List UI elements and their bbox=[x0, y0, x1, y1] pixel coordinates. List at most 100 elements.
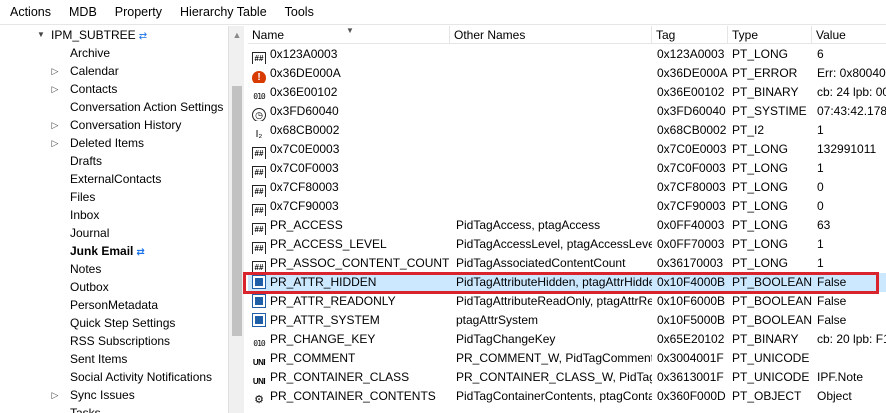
folder-tree: ▼ IPM_SUBTREE ⇄ Archive ▷ Calendar ▷ Contacts… bbox=[0, 26, 244, 413]
cell-name-text: PR_ATTR_SYSTEM bbox=[270, 313, 380, 327]
menu-actions[interactable]: Actions bbox=[0, 0, 60, 25]
table-row[interactable]: ## PR_ACCESS_LEVEL PidTagAccessLevel, ptag… bbox=[248, 235, 886, 254]
tree-item-label: Social Activity Notifications bbox=[70, 370, 213, 384]
tree-item-label: Junk Email bbox=[70, 244, 134, 258]
cell-name-text: 0x7CF80003 bbox=[270, 180, 339, 194]
tree-item-label: Archive bbox=[70, 46, 111, 60]
table-row[interactable]: PR_ATTR_SYSTEM ptagAttrSystem 0x10F5000B PT… bbox=[248, 311, 886, 330]
cell-type: PT_LONG bbox=[732, 256, 789, 270]
cell-other-names: PR_CONTAINER_CLASS_W, PidTagContainerCla… bbox=[456, 370, 652, 384]
chevron-right-icon[interactable]: ▷ bbox=[50, 80, 60, 98]
scrollbar-thumb[interactable] bbox=[232, 86, 242, 336]
cell-name-text: PR_ACCESS bbox=[270, 218, 343, 232]
cell-type: PT_LONG bbox=[732, 161, 789, 175]
chevron-right-icon[interactable]: ▷ bbox=[50, 62, 60, 80]
table-row[interactable]: ## 0x7C0F0003 0x7C0F0003 PT_LONG 1 bbox=[248, 159, 886, 178]
tree-scrollbar[interactable]: ▲ bbox=[228, 26, 244, 413]
binary-icon: 010 bbox=[253, 92, 265, 101]
table-row[interactable]: UNI PR_COMMENT PR_COMMENT_W, PidTagComment… bbox=[248, 349, 886, 368]
cell-tag: 0x10F5000B bbox=[657, 313, 726, 327]
cell-value: 6 bbox=[817, 47, 824, 61]
scroll-up-arrow-icon[interactable]: ▲ bbox=[229, 28, 244, 42]
cell-other-names bbox=[456, 64, 652, 83]
cell-tag: 0x36170003 bbox=[657, 256, 724, 270]
table-row[interactable]: ## 0x7CF80003 0x7CF80003 PT_LONG 0 bbox=[248, 178, 886, 197]
table-row[interactable]: 010 0x36E00102 0x36E00102 PT_BINARY cb: 24 l… bbox=[248, 83, 886, 102]
cell-tag: 0x7C0F0003 bbox=[657, 161, 726, 175]
cell-name-text: 0x36DE000A bbox=[270, 66, 341, 80]
property-grid: Name ▼ Other Names Tag Type Value ## 0x12… bbox=[248, 26, 886, 413]
chevron-right-icon[interactable]: ▷ bbox=[50, 134, 60, 152]
tree-item-label: Sync Issues bbox=[70, 388, 135, 402]
tree-item-label: Contacts bbox=[70, 82, 118, 96]
table-row[interactable]: ## 0x7C0E0003 0x7C0E0003 PT_LONG 132991011 bbox=[248, 140, 886, 159]
long-icon: ## bbox=[252, 185, 266, 197]
cell-tag: 0x3004001F bbox=[657, 351, 724, 365]
cell-value: False bbox=[817, 294, 847, 308]
cell-name: ## 0x7C0E0003 bbox=[252, 140, 450, 159]
column-header-value[interactable]: Value bbox=[812, 26, 886, 44]
tree-item-label: Sent Items bbox=[70, 352, 128, 366]
cell-other-names: ptagAttrSystem bbox=[456, 313, 539, 327]
table-row[interactable]: ## 0x123A0003 0x123A0003 PT_LONG 6 bbox=[248, 45, 886, 64]
tree-item-label: Conversation Action Settings bbox=[70, 100, 224, 114]
menu-bar: Actions MDB Property Hierarchy Table Too… bbox=[0, 0, 886, 25]
table-row[interactable]: ## PR_ACCESS PidTagAccess, ptagAccess 0x0FF… bbox=[248, 216, 886, 235]
cell-name: ◷ 0x3FD60040 bbox=[252, 102, 450, 121]
chevron-down-icon[interactable]: ▼ bbox=[36, 26, 46, 44]
cell-name-text: 0x123A0003 bbox=[270, 47, 338, 61]
tree-item-label: Deleted Items bbox=[70, 136, 145, 150]
tree-item-label: Notes bbox=[70, 262, 102, 276]
cell-other-names: PR_COMMENT_W, PidTagComment bbox=[456, 351, 652, 365]
tree-item-label: RSS Subscriptions bbox=[70, 334, 171, 348]
cell-other-names: PidTagChangeKey bbox=[456, 332, 556, 346]
menu-mdb[interactable]: MDB bbox=[60, 0, 106, 25]
table-row[interactable]: 010 PR_CHANGE_KEY PidTagChangeKey 0x65E2010… bbox=[248, 330, 886, 349]
cell-type: PT_UNICODE bbox=[732, 370, 810, 384]
cell-name-text: 0x7C0E0003 bbox=[270, 142, 340, 156]
column-header-other-names[interactable]: Other Names bbox=[450, 26, 652, 44]
tree-item-label: Calendar bbox=[70, 64, 119, 78]
table-row[interactable]: PR_ATTR_HIDDEN PidTagAttributeHidden, pta… bbox=[248, 273, 886, 292]
cell-name: UNI PR_CONTAINER_CLASS bbox=[252, 368, 450, 387]
column-header-type[interactable]: Type bbox=[728, 26, 812, 44]
table-row[interactable]: ! 0x36DE000A 0x36DE000A PT_ERROR Err: 0x8004… bbox=[248, 64, 886, 83]
cell-name-text: 0x68CB0002 bbox=[270, 123, 340, 137]
table-row[interactable]: I₂ 0x68CB0002 0x68CB0002 PT_I2 1 bbox=[248, 121, 886, 140]
unicode-icon: UNI bbox=[252, 377, 266, 386]
cell-type: PT_LONG bbox=[732, 47, 789, 61]
long-icon: ## bbox=[252, 147, 266, 159]
cell-name-text: PR_ATTR_READONLY bbox=[270, 294, 396, 308]
cell-other-names bbox=[456, 83, 652, 102]
long-icon: ## bbox=[252, 261, 266, 273]
cell-value: 0 bbox=[817, 199, 824, 213]
cell-value: 1 bbox=[817, 123, 824, 137]
tree-item-label: Quick Step Settings bbox=[70, 316, 176, 330]
object-icon: ⚙ bbox=[254, 394, 264, 406]
table-row[interactable]: ## 0x7CF90003 0x7CF90003 PT_LONG 0 bbox=[248, 197, 886, 216]
menu-hierarchy-table[interactable]: Hierarchy Table bbox=[171, 0, 276, 25]
cell-value: Object bbox=[817, 389, 852, 403]
table-row[interactable]: ⚙ PR_CONTAINER_CONTENTS PidTagContainerCon… bbox=[248, 387, 886, 406]
cell-other-names: PidTagAccessLevel, ptagAccessLevel bbox=[456, 237, 652, 251]
cell-name: PR_ATTR_READONLY bbox=[252, 292, 450, 311]
table-row[interactable]: PR_ATTR_READONLY PidTagAttributeReadOnly,… bbox=[248, 292, 886, 311]
column-header-tag[interactable]: Tag bbox=[652, 26, 728, 44]
cell-name-text: 0x36E00102 bbox=[270, 85, 338, 99]
cell-name-text: PR_ATTR_HIDDEN bbox=[270, 275, 377, 289]
table-row[interactable]: UNI PR_CONTAINER_CLASS PR_CONTAINER_CLASS_… bbox=[248, 368, 886, 387]
cell-value bbox=[817, 349, 886, 368]
menu-tools[interactable]: Tools bbox=[276, 0, 323, 25]
table-row[interactable]: ## PR_ASSOC_CONTENT_COUNT PidTagAssociated… bbox=[248, 254, 886, 273]
cell-tag: 0x36E00102 bbox=[657, 85, 725, 99]
cell-tag: 0x36DE000A bbox=[657, 66, 728, 80]
cell-name: I₂ 0x68CB0002 bbox=[252, 121, 450, 140]
column-header-other-names-label: Other Names bbox=[454, 28, 526, 42]
table-row[interactable]: ◷ 0x3FD60040 0x3FD60040 PT_SYSTIME 07:43:42.… bbox=[248, 102, 886, 121]
chevron-right-icon[interactable]: ▷ bbox=[50, 116, 60, 134]
chevron-right-icon[interactable]: ▷ bbox=[50, 386, 60, 404]
cell-other-names: PidTagAttributeHidden, ptagAttrHidden bbox=[456, 275, 652, 289]
menu-property[interactable]: Property bbox=[106, 0, 171, 25]
cell-name-text: PR_COMMENT bbox=[270, 351, 356, 365]
column-header-name[interactable]: Name ▼ bbox=[248, 26, 450, 44]
